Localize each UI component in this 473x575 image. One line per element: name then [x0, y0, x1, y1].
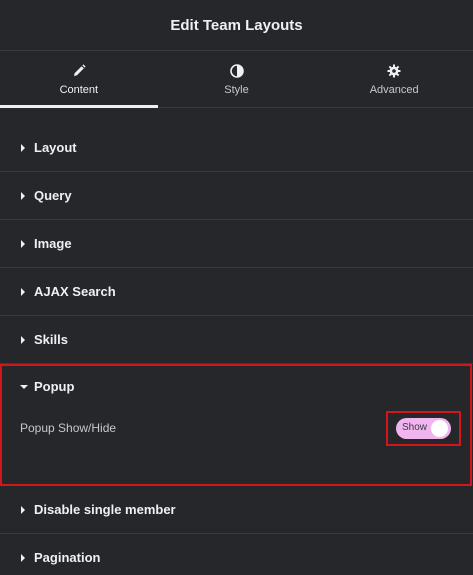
section-disable-single-member: Disable single member	[0, 486, 473, 534]
section-layout: Layout	[0, 124, 473, 172]
section-ajax-search-label: AJAX Search	[34, 284, 116, 299]
panel-header: Edit Team Layouts	[0, 0, 473, 51]
section-layout-label: Layout	[34, 140, 77, 155]
tab-bar: Content Style Advanced	[0, 51, 473, 108]
tab-content[interactable]: Content	[0, 51, 158, 108]
panel-title: Edit Team Layouts	[170, 16, 303, 34]
section-query: Query	[0, 172, 473, 220]
section-image: Image	[0, 220, 473, 268]
pencil-icon	[72, 63, 86, 79]
section-skills-header[interactable]: Skills	[0, 316, 473, 363]
caret-right-icon	[21, 287, 25, 296]
gear-icon	[387, 63, 401, 79]
caret-down-icon	[20, 384, 28, 389]
section-image-label: Image	[34, 236, 72, 251]
section-popup: Popup Popup Show/Hide Show	[0, 364, 472, 486]
tab-style[interactable]: Style	[158, 51, 316, 107]
section-disable-single-member-label: Disable single member	[34, 502, 176, 517]
section-popup-header[interactable]: Popup	[2, 366, 470, 407]
section-ajax-search: AJAX Search	[0, 268, 473, 316]
tab-style-label: Style	[224, 83, 249, 96]
toggle-text: Show	[402, 422, 428, 433]
section-image-header[interactable]: Image	[0, 220, 473, 267]
popup-show-hide-label: Popup Show/Hide	[20, 421, 117, 435]
popup-controls: Popup Show/Hide Show	[2, 407, 470, 484]
section-skills: Skills	[0, 316, 473, 364]
caret-right-icon	[21, 553, 25, 562]
toggle-knob	[431, 420, 448, 437]
tab-content-label: Content	[59, 83, 99, 96]
half-circle-icon	[229, 63, 244, 79]
section-ajax-search-header[interactable]: AJAX Search	[0, 268, 473, 315]
tab-advanced[interactable]: Advanced	[315, 51, 473, 107]
caret-right-icon	[21, 143, 25, 152]
caret-right-icon	[21, 335, 25, 344]
caret-right-icon	[21, 505, 25, 514]
section-layout-header[interactable]: Layout	[0, 124, 473, 171]
section-popup-label: Popup	[34, 379, 75, 394]
section-query-header[interactable]: Query	[0, 172, 473, 219]
popup-show-toggle[interactable]: Show	[396, 418, 451, 439]
section-skills-label: Skills	[34, 332, 68, 347]
caret-right-icon	[21, 239, 25, 248]
toggle-highlight: Show	[386, 411, 461, 446]
section-query-label: Query	[34, 188, 72, 203]
section-pagination-header[interactable]: Pagination	[0, 534, 473, 575]
section-pagination: Pagination	[0, 534, 473, 575]
tab-advanced-label: Advanced	[369, 83, 419, 96]
caret-right-icon	[21, 191, 25, 200]
section-disable-single-member-header[interactable]: Disable single member	[0, 486, 473, 533]
section-pagination-label: Pagination	[34, 550, 101, 565]
